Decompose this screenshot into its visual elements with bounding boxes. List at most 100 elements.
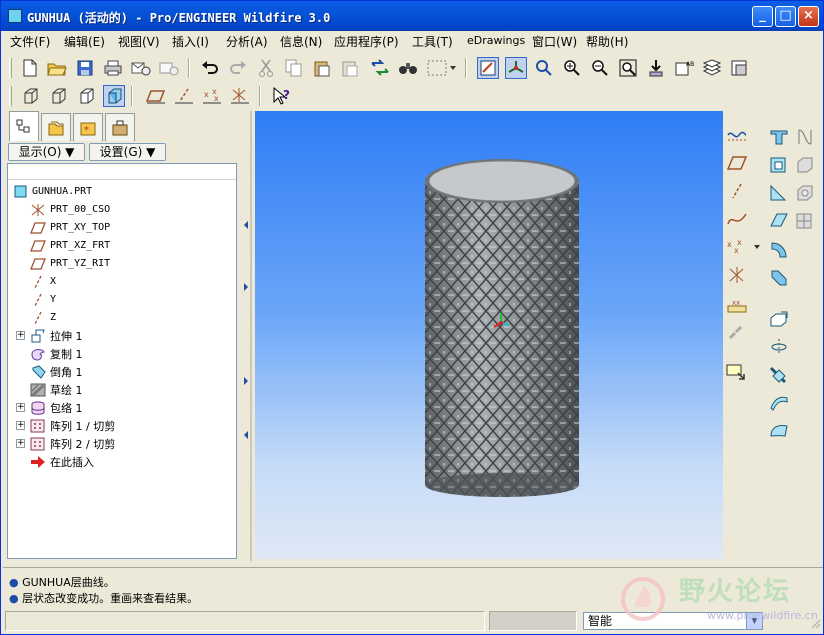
email-link-icon[interactable] bbox=[158, 57, 180, 79]
resize-grip-icon[interactable] bbox=[809, 617, 821, 629]
show-dropdown-button[interactable]: 显示(O) ▼ bbox=[8, 143, 85, 161]
tree-item-datum-axis[interactable]: X bbox=[30, 273, 56, 290]
datum-planes-icon[interactable] bbox=[145, 85, 167, 107]
tree-item-pattern-1[interactable]: + 阵列 1 / 切剪 bbox=[16, 417, 115, 434]
import-feature-icon[interactable] bbox=[725, 361, 749, 385]
orient-icon[interactable] bbox=[533, 57, 555, 79]
coord-sys-icon[interactable] bbox=[229, 85, 251, 107]
chevron-down-icon[interactable]: ▼ bbox=[746, 613, 762, 629]
shell-tool-icon[interactable] bbox=[767, 153, 791, 177]
sketch-curve-icon[interactable] bbox=[725, 123, 749, 147]
minimize-button[interactable]: _ bbox=[752, 6, 773, 27]
sweep-tool-icon[interactable] bbox=[767, 209, 791, 233]
draft-tool-icon[interactable] bbox=[793, 181, 817, 205]
copy-icon[interactable] bbox=[283, 57, 305, 79]
menu-help[interactable]: 帮助(H) bbox=[586, 33, 628, 50]
reorient-icon[interactable] bbox=[645, 57, 667, 79]
selection-box-icon[interactable] bbox=[425, 57, 457, 79]
solidify-tool-icon[interactable] bbox=[767, 419, 791, 443]
tree-item-extrude[interactable]: + 拉伸 1 bbox=[16, 327, 83, 344]
undo-icon[interactable] bbox=[199, 57, 221, 79]
graphics-viewport[interactable] bbox=[255, 111, 723, 559]
saved-views-icon[interactable]: AB bbox=[673, 57, 695, 79]
toolbar-grip[interactable] bbox=[9, 58, 12, 78]
paste-icon[interactable] bbox=[311, 57, 333, 79]
tree-item-coordinate-system[interactable]: PRT_00_CSO bbox=[30, 201, 110, 218]
expand-toggle[interactable]: + bbox=[16, 439, 25, 448]
extrude-tool-icon[interactable] bbox=[767, 125, 791, 149]
settings-dropdown-button[interactable]: 设置(G) ▼ bbox=[89, 143, 166, 161]
menu-tools[interactable]: 工具(T) bbox=[412, 33, 453, 50]
repaint-icon[interactable] bbox=[477, 57, 499, 79]
cut-icon[interactable] bbox=[255, 57, 277, 79]
trim-tool-icon[interactable] bbox=[767, 363, 791, 387]
context-help-icon[interactable]: ? bbox=[271, 85, 293, 107]
layers-icon[interactable] bbox=[701, 57, 723, 79]
spin-center-icon[interactable] bbox=[505, 57, 527, 79]
tree-item-datum-axis[interactable]: Z bbox=[30, 309, 56, 326]
tree-item-part[interactable]: GUNHUA.PRT bbox=[12, 183, 92, 200]
tree-item-wrap[interactable]: + 包络 1 bbox=[16, 399, 83, 416]
find-icon[interactable] bbox=[397, 57, 419, 79]
datum-axes-icon[interactable] bbox=[173, 85, 195, 107]
toolbar-grip[interactable] bbox=[9, 86, 12, 106]
redo-icon[interactable] bbox=[227, 57, 249, 79]
tree-item-chamfer[interactable]: 倒角 1 bbox=[30, 363, 83, 380]
expand-toggle[interactable]: + bbox=[16, 331, 25, 340]
rib-tool-icon[interactable] bbox=[767, 181, 791, 205]
model-graphics[interactable] bbox=[255, 111, 723, 559]
connections-tab[interactable] bbox=[105, 113, 135, 141]
menu-insert[interactable]: 插入(I) bbox=[172, 33, 209, 50]
round-tool-icon[interactable] bbox=[767, 237, 791, 261]
menu-window[interactable]: 窗口(W) bbox=[532, 33, 577, 50]
menu-edit[interactable]: 编辑(E) bbox=[64, 33, 105, 50]
paste-special-icon[interactable] bbox=[339, 57, 361, 79]
menu-edrawings[interactable]: eDrawings bbox=[467, 34, 525, 47]
close-button[interactable]: × bbox=[798, 6, 819, 27]
tree-item-datum-plane[interactable]: PRT_XY_TOP bbox=[30, 219, 110, 236]
email-icon[interactable] bbox=[130, 57, 152, 79]
datum-axis-tool-icon[interactable] bbox=[725, 179, 749, 203]
zoom-in-icon[interactable] bbox=[561, 57, 583, 79]
tree-item-datum-axis[interactable]: Y bbox=[30, 291, 56, 308]
menu-file[interactable]: 文件(F) bbox=[10, 33, 50, 50]
regenerate-icon[interactable] bbox=[369, 57, 391, 79]
menu-analysis[interactable]: 分析(A) bbox=[226, 33, 268, 50]
favorites-tab[interactable]: * bbox=[73, 113, 103, 141]
datum-points-icon[interactable]: xxx bbox=[201, 85, 223, 107]
analysis-feature-icon[interactable]: xx bbox=[725, 293, 749, 317]
menu-applications[interactable]: 应用程序(P) bbox=[334, 33, 399, 50]
menu-view[interactable]: 视图(V) bbox=[118, 33, 160, 50]
wireframe-icon[interactable] bbox=[19, 85, 41, 107]
blend-tool-icon[interactable] bbox=[793, 209, 817, 233]
chain-link-icon[interactable] bbox=[725, 321, 749, 345]
model-tree-tab[interactable] bbox=[9, 111, 39, 141]
datum-plane-tool-icon[interactable] bbox=[725, 151, 749, 175]
panel-splitter[interactable] bbox=[241, 111, 253, 561]
expand-toggle[interactable]: + bbox=[16, 403, 25, 412]
knurled-cylinder[interactable] bbox=[425, 159, 579, 497]
revolve-tool-icon[interactable] bbox=[793, 125, 817, 149]
open-folder-icon[interactable] bbox=[46, 57, 68, 79]
tree-item-pattern-2[interactable]: + 阵列 2 / 切剪 bbox=[16, 435, 115, 452]
tree-item-sketch[interactable]: 草绘 1 bbox=[30, 381, 83, 398]
hole-tool-icon[interactable] bbox=[793, 153, 817, 177]
thicken-tool-icon[interactable] bbox=[767, 391, 791, 415]
save-icon[interactable] bbox=[74, 57, 96, 79]
expand-toggle[interactable]: + bbox=[16, 421, 25, 430]
tree-item-datum-plane[interactable]: PRT_YZ_RIT bbox=[30, 255, 110, 272]
datum-point-tool-icon[interactable]: xxx bbox=[725, 235, 761, 259]
model-tree[interactable]: GUNHUA.PRT PRT_00_CSO PRT_XY_TOP PRT_XZ_… bbox=[7, 163, 237, 559]
hidden-line-icon[interactable] bbox=[47, 85, 69, 107]
menu-info[interactable]: 信息(N) bbox=[280, 33, 322, 50]
selection-filter-select[interactable]: 智能 ▼ bbox=[583, 612, 763, 630]
datum-curve-tool-icon[interactable] bbox=[725, 207, 749, 231]
zoom-out-icon[interactable] bbox=[589, 57, 611, 79]
folder-browser-tab[interactable] bbox=[41, 113, 71, 141]
maximize-button[interactable]: □ bbox=[775, 6, 796, 27]
chamfer-tool-icon[interactable] bbox=[767, 265, 791, 289]
view-manager-icon[interactable] bbox=[729, 57, 751, 79]
no-hidden-icon[interactable] bbox=[75, 85, 97, 107]
refit-icon[interactable] bbox=[617, 57, 639, 79]
title-bar[interactable]: GUNHUA (活动的) - Pro/ENGINEER Wildfire 3.0… bbox=[1, 1, 823, 31]
